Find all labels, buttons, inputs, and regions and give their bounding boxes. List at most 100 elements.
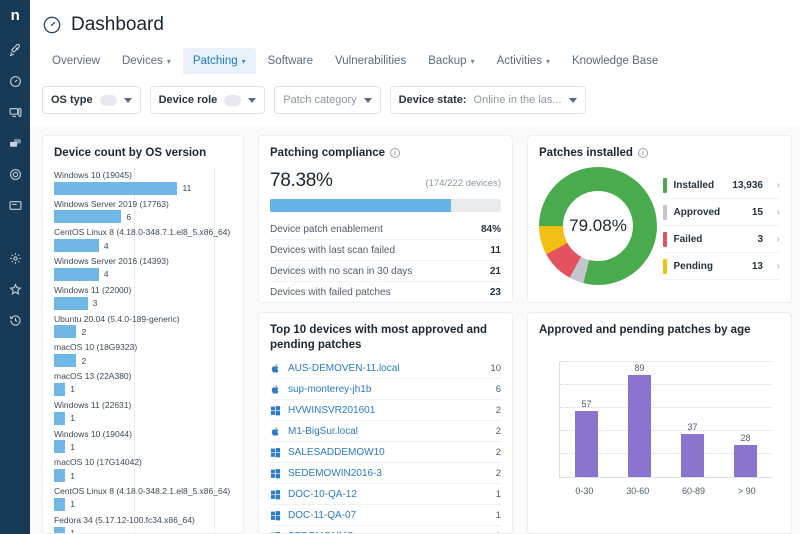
bar-column[interactable]: 28 bbox=[734, 362, 757, 477]
legend-color-swatch bbox=[663, 231, 667, 247]
os-version-label: Windows Server 2016 (14393) bbox=[54, 256, 169, 267]
gauge-icon[interactable] bbox=[4, 70, 26, 92]
devices-icon[interactable] bbox=[4, 132, 26, 154]
os-version-label: macOS 10 (18G9323) bbox=[54, 342, 138, 353]
filter-patch-category[interactable]: Patch category bbox=[274, 86, 381, 114]
list-item[interactable]: SEDEMONMS1 bbox=[270, 526, 501, 533]
legend-item-failed[interactable]: Failed 3 › bbox=[663, 226, 780, 253]
rocket-icon[interactable] bbox=[4, 39, 26, 61]
os-version-value: 4 bbox=[103, 269, 109, 280]
device-name[interactable]: DOC-10-QA-12 bbox=[288, 489, 489, 500]
os-version-row[interactable]: macOS 10 (17G14042) 1 bbox=[54, 456, 232, 483]
os-version-row[interactable]: Windows 10 (19044) 1 bbox=[54, 428, 232, 454]
x-axis-tick-label: > 90 bbox=[737, 485, 756, 496]
gear-icon[interactable] bbox=[4, 247, 26, 269]
os-version-value: 6 bbox=[126, 211, 132, 222]
nav-tabs: Overview Devices ▾ Patching ▾ Software Vul… bbox=[30, 42, 800, 74]
bar-column[interactable]: 57 bbox=[575, 362, 598, 477]
os-version-row[interactable]: Windows 11 (22000) 3 bbox=[54, 284, 232, 310]
filter-device-state[interactable]: Device state: Online in the las... bbox=[389, 86, 586, 114]
device-name[interactable]: M1-BigSur.local bbox=[288, 426, 489, 437]
filter-device-role[interactable]: Device role bbox=[149, 86, 266, 114]
app-logo[interactable]: n bbox=[11, 8, 20, 23]
list-item[interactable]: HVWINSVR201601 2 bbox=[270, 400, 501, 421]
os-version-row[interactable]: CentOS Linux 8 (4.18.0-348.7.1.el8_5.x86… bbox=[54, 226, 232, 253]
os-version-row[interactable]: Windows Server 2019 (17763) 6 bbox=[54, 198, 232, 224]
list-item[interactable]: SALESADDEMOW10 2 bbox=[270, 442, 501, 463]
bar-column[interactable]: 89 bbox=[628, 362, 651, 477]
table-row[interactable]: Devices with failed patches 23 bbox=[270, 282, 501, 302]
device-name[interactable]: SEDEMOWIN2016-3 bbox=[288, 468, 489, 479]
filter-label: OS type bbox=[51, 94, 93, 106]
chevron-down-icon bbox=[568, 97, 577, 103]
filter-label: Device state: bbox=[398, 94, 467, 106]
monitor-icon[interactable] bbox=[4, 101, 26, 123]
os-version-row[interactable]: Windows Server 2016 (14393) 4 bbox=[54, 255, 232, 281]
table-row[interactable]: Device patch enablement 84% bbox=[270, 219, 501, 240]
legend-item-installed[interactable]: Installed 13,936 › bbox=[663, 172, 780, 199]
tab-label: Devices bbox=[121, 55, 163, 67]
bar-value-label: 28 bbox=[740, 432, 751, 443]
stat-value: 23 bbox=[489, 286, 501, 298]
patch-count: 6 bbox=[495, 383, 501, 395]
x-axis-tick-label: 60-89 bbox=[682, 485, 706, 496]
list-item[interactable]: sup-monterey-jh1b 6 bbox=[270, 379, 501, 400]
compliance-stats: Device patch enablement 84% Devices with … bbox=[270, 219, 501, 302]
device-name[interactable]: SALESADDEMOW10 bbox=[288, 447, 489, 458]
bar-column[interactable]: 37 bbox=[681, 362, 704, 477]
star-icon[interactable] bbox=[4, 278, 26, 300]
os-version-label: Windows 11 (22631) bbox=[54, 399, 132, 410]
bar bbox=[628, 374, 651, 477]
tab-vulnerabilities[interactable]: Vulnerabilities bbox=[325, 48, 416, 74]
os-version-value: 2 bbox=[81, 355, 87, 366]
bar bbox=[681, 434, 704, 477]
os-version-row[interactable]: Ubuntu 20.04 (5.4.0-189-generic) 2 bbox=[54, 313, 232, 339]
history-icon[interactable] bbox=[4, 309, 26, 331]
filter-os-type[interactable]: OS type bbox=[42, 86, 141, 114]
compliance-progress-bar bbox=[270, 198, 501, 212]
chevron-right-icon[interactable]: › bbox=[770, 261, 780, 272]
legend-value: 13 bbox=[751, 260, 763, 272]
tab-label: Backup bbox=[428, 55, 467, 67]
info-icon[interactable]: i bbox=[390, 148, 401, 159]
os-version-bar bbox=[54, 354, 77, 368]
tab-patching[interactable]: Patching ▾ bbox=[182, 48, 256, 74]
mail-icon[interactable] bbox=[4, 194, 26, 216]
tab-activities[interactable]: Activities ▾ bbox=[487, 48, 560, 74]
chevron-right-icon[interactable]: › bbox=[770, 234, 780, 245]
os-version-row[interactable]: macOS 10 (18G9323) 2 bbox=[54, 341, 232, 368]
tab-overview[interactable]: Overview bbox=[42, 48, 110, 74]
os-version-row[interactable]: CentOS Linux 8 (4.18.0-348.2.1.el8_5.x86… bbox=[54, 485, 232, 511]
os-version-row[interactable]: Fedora 34 (5.17.12-100.fc34.x86_64) 1 bbox=[54, 514, 232, 533]
table-row[interactable]: Devices with no scan in 30 days 21 bbox=[270, 261, 501, 282]
chevron-right-icon[interactable]: › bbox=[770, 180, 780, 191]
list-item[interactable]: M1-BigSur.local 2 bbox=[270, 421, 501, 442]
list-item[interactable]: SEDEMOWIN2016-3 2 bbox=[270, 463, 501, 484]
os-version-row[interactable]: Windows 10 (19045) 11 bbox=[54, 169, 232, 195]
device-name[interactable]: sup-monterey-jh1b bbox=[288, 384, 489, 395]
legend-item-approved[interactable]: Approved 15 › bbox=[663, 199, 780, 226]
info-icon[interactable]: i bbox=[637, 148, 648, 159]
target-icon[interactable] bbox=[4, 163, 26, 185]
os-version-label: macOS 10 (17G14042) bbox=[54, 457, 142, 468]
legend-item-pending[interactable]: Pending 13 › bbox=[663, 253, 780, 280]
os-version-label: Fedora 34 (5.17.12-100.fc34.x86_64) bbox=[54, 514, 195, 525]
chevron-down-icon: ▾ bbox=[470, 56, 475, 66]
os-version-row[interactable]: Windows 11 (22631) 1 bbox=[54, 399, 232, 425]
device-name[interactable]: DOC-11-QA-07 bbox=[288, 510, 489, 521]
os-version-bar bbox=[54, 296, 88, 310]
os-version-row[interactable]: macOS 13 (22A380) 1 bbox=[54, 370, 232, 396]
chevron-right-icon[interactable]: › bbox=[770, 207, 780, 218]
list-item[interactable]: DOC-10-QA-12 1 bbox=[270, 484, 501, 505]
patches-by-age-bar-chart: 57 89 37 28 0-30 30-60 60-89 > 90 bbox=[539, 350, 780, 498]
tab-software[interactable]: Software bbox=[258, 48, 323, 74]
list-item[interactable]: AUS-DEMOVEN-11.local 10 bbox=[270, 358, 501, 379]
tab-backup[interactable]: Backup ▾ bbox=[418, 48, 484, 74]
device-name[interactable]: AUS-DEMOVEN-11.local bbox=[288, 363, 483, 374]
windows-icon bbox=[270, 510, 281, 521]
table-row[interactable]: Devices with last scan failed 11 bbox=[270, 240, 501, 261]
tab-knowledge-base[interactable]: Knowledge Base bbox=[562, 48, 668, 74]
tab-devices[interactable]: Devices ▾ bbox=[112, 48, 181, 74]
list-item[interactable]: DOC-11-QA-07 1 bbox=[270, 505, 501, 526]
device-name[interactable]: HVWINSVR201601 bbox=[288, 405, 489, 416]
